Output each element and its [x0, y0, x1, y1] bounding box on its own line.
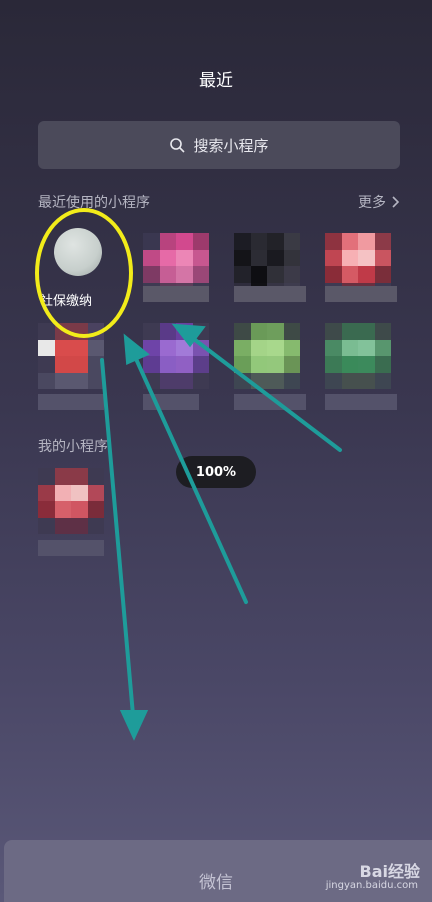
more-link[interactable]: 更多 [358, 192, 400, 212]
app-icon-recent-7[interactable] [234, 323, 300, 389]
app-icon-recent-6[interactable] [143, 323, 209, 389]
app-label-recent-2 [143, 286, 209, 302]
watermark-brand: Bai经验 [359, 862, 420, 881]
page-title: 最近 [199, 71, 233, 91]
more-label: 更多 [358, 195, 386, 211]
app-label-recent-6 [143, 394, 199, 410]
app-icon-recent-8[interactable] [325, 323, 391, 389]
search-icon [170, 138, 186, 153]
app-label-recent-5 [38, 394, 104, 410]
app-icon-mine-1[interactable] [38, 468, 104, 534]
watermark-url: jingyan.baidu.com [325, 880, 418, 891]
chevron-right-icon [392, 196, 400, 208]
arrow-3-head [119, 710, 149, 741]
zoom-percent-badge: 100% [176, 456, 256, 488]
arrow-3 [100, 358, 135, 717]
app-label-recent-3 [234, 286, 306, 302]
highlight-circle [35, 208, 133, 338]
app-label-recent-8 [325, 394, 397, 410]
app-label-recent-4 [325, 286, 397, 302]
app-label-recent-7 [234, 394, 306, 410]
my-section-label: 我的小程序 [38, 439, 108, 455]
app-label-mine-1 [38, 540, 104, 556]
search-bar[interactable]: 搜索小程序 [38, 121, 400, 169]
search-placeholder: 搜索小程序 [193, 136, 269, 155]
